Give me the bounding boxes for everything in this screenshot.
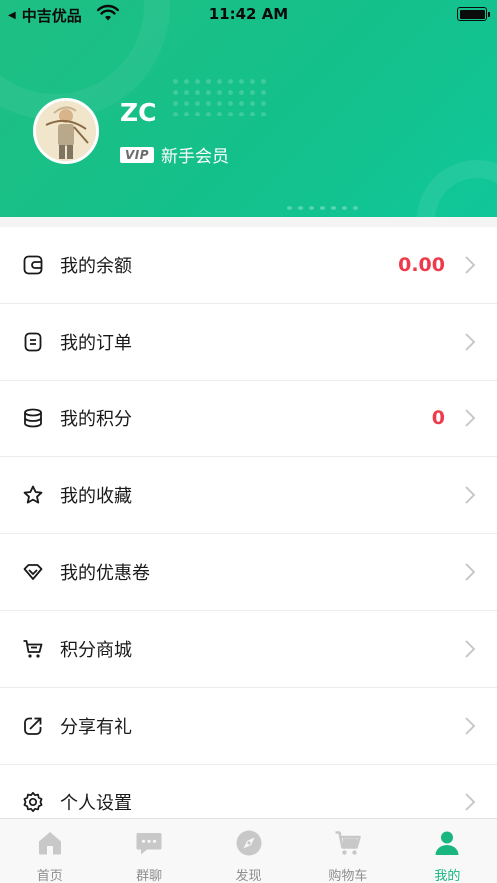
member-level-label: 新手会员 (161, 147, 230, 167)
chevron-right-icon (465, 333, 476, 351)
profile-header: ◀ 中吉优品 11:42 AM ZC VIP 新手会员 (0, 0, 497, 217)
order-icon (24, 332, 42, 352)
menu-item-orders[interactable]: 我的订单 (0, 304, 497, 381)
section-divider (0, 217, 497, 227)
tab-cart[interactable]: 购物车 (298, 819, 397, 883)
tab-group-chat[interactable]: 群聊 (99, 819, 198, 883)
chevron-right-icon (465, 486, 476, 504)
header-dot-pattern (284, 204, 364, 212)
tab-label: 发现 (235, 869, 262, 883)
gear-icon (23, 792, 43, 813)
diamond-icon (23, 564, 43, 580)
menu-item-share[interactable]: 分享有礼 (0, 688, 497, 765)
battery-icon (457, 7, 490, 21)
tab-discover[interactable]: 发现 (199, 819, 298, 883)
menu-item-favorites[interactable]: 我的收藏 (0, 457, 497, 535)
chevron-right-icon (465, 563, 476, 581)
menu-item-points-mall[interactable]: 积分商城 (0, 611, 497, 688)
chevron-right-icon (465, 717, 476, 735)
menu-label: 个人设置 (60, 793, 132, 815)
bottom-tab-bar: 首页 群聊 发现 购物车 我的 (0, 818, 497, 883)
user-name: ZC (120, 98, 157, 127)
header-decoration (417, 160, 497, 217)
home-icon (38, 832, 61, 855)
menu-item-points[interactable]: 我的积分 0 (0, 381, 497, 458)
account-menu: 我的余额 0.00 我的订单 我的积分 0 我的收藏 我的优惠卷 积分商城 分享… (0, 217, 497, 818)
menu-label: 我的收藏 (60, 486, 132, 508)
menu-label: 积分商城 (60, 639, 132, 661)
avatar-image (36, 101, 96, 161)
tab-label: 我的 (434, 869, 461, 883)
points-value: 0 (431, 407, 445, 430)
wallet-icon (23, 255, 43, 275)
member-level[interactable]: VIP 新手会员 (120, 142, 229, 167)
tab-home[interactable]: 首页 (0, 819, 99, 883)
cart-icon (335, 831, 361, 855)
menu-label: 分享有礼 (60, 716, 132, 738)
menu-label: 我的优惠卷 (60, 563, 150, 585)
menu-item-coupons[interactable]: 我的优惠卷 (0, 534, 497, 611)
menu-item-balance[interactable]: 我的余额 0.00 (0, 227, 497, 304)
tab-label: 购物车 (328, 869, 368, 883)
compass-icon (236, 830, 262, 856)
star-icon (23, 485, 43, 504)
share-icon (24, 717, 42, 735)
chat-icon (136, 833, 162, 855)
coins-icon (24, 409, 42, 428)
menu-label: 我的订单 (60, 332, 132, 354)
tab-mine[interactable]: 我的 (398, 819, 497, 883)
chevron-right-icon (465, 640, 476, 658)
status-time: 11:42 AM (208, 5, 289, 23)
menu-item-settings[interactable]: 个人设置 (0, 765, 497, 818)
menu-label: 我的余额 (60, 255, 132, 277)
user-icon (435, 831, 459, 855)
tab-label: 群聊 (136, 869, 163, 883)
menu-label: 我的积分 (60, 409, 132, 431)
status-bar: ◀ 中吉优品 11:42 AM (0, 0, 497, 28)
chevron-right-icon (465, 793, 476, 812)
avatar[interactable] (33, 98, 99, 164)
chevron-right-icon (465, 409, 476, 428)
cart-icon (23, 639, 43, 658)
tab-label: 首页 (36, 869, 63, 883)
balance-value: 0.00 (398, 253, 445, 276)
header-dot-pattern (170, 76, 270, 116)
vip-badge: VIP (120, 146, 155, 163)
chevron-right-icon (465, 256, 476, 274)
